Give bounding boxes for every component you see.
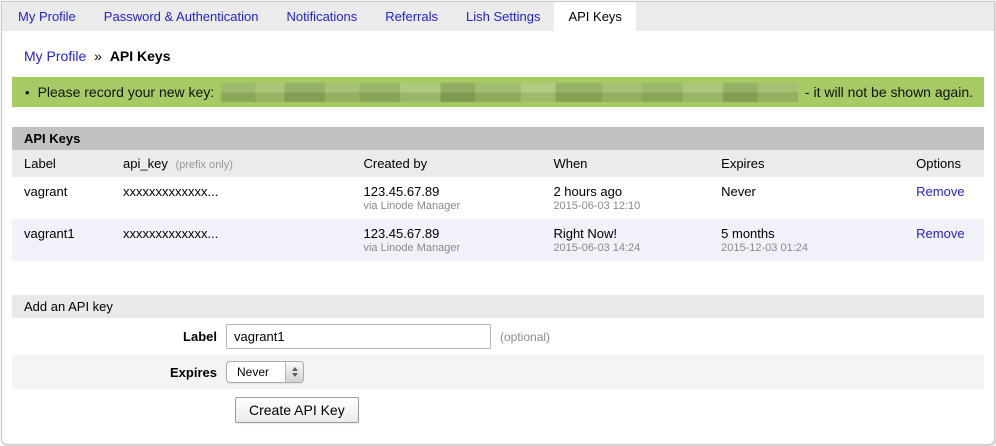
add-api-key-section: Add an API key Label (optional) Expires … xyxy=(12,295,984,423)
cell-when: Right Now! 2015-06-03 14:24 xyxy=(541,219,709,261)
notice-text-suffix: - it will not be shown again. xyxy=(805,84,973,100)
column-header-api-key-note: (prefix only) xyxy=(175,159,232,171)
when-relative: Right Now! xyxy=(553,226,709,241)
browser-content-window: My Profile Password & Authentication Not… xyxy=(1,1,995,445)
when-date: 2015-06-03 14:24 xyxy=(553,242,709,254)
created-by-via: via Linode Manager xyxy=(363,200,541,212)
table-row: vagrant xxxxxxxxxxxxx... 123.45.67.89 vi… xyxy=(12,177,984,219)
cell-expires: 5 months 2015-12-03 01:24 xyxy=(709,219,904,261)
cell-created-by: 123.45.67.89 via Linode Manager xyxy=(351,219,541,261)
tab-api-keys[interactable]: API Keys xyxy=(554,2,635,31)
remove-key-link[interactable]: Remove xyxy=(916,226,964,241)
column-header-options: Options xyxy=(904,150,984,177)
expires-relative: 5 months xyxy=(721,226,904,241)
expires-relative: Never xyxy=(721,184,904,199)
expires-select-value: Never xyxy=(227,365,285,379)
breadcrumb-my-profile-link[interactable]: My Profile xyxy=(24,48,86,64)
label-field-label: Label xyxy=(12,329,226,344)
tab-referrals[interactable]: Referrals xyxy=(371,2,452,31)
notice-bullet: • xyxy=(25,85,30,100)
tab-notifications[interactable]: Notifications xyxy=(272,2,371,31)
tab-password-authentication[interactable]: Password & Authentication xyxy=(90,2,273,31)
breadcrumb-current-page: API Keys xyxy=(110,48,171,64)
column-header-label: Label xyxy=(12,150,111,177)
table-header-row: Label api_key (prefix only) Created by W… xyxy=(12,150,984,177)
new-key-notice: • Please record your new key: - it will … xyxy=(12,77,984,107)
cell-created-by: 123.45.67.89 via Linode Manager xyxy=(351,177,541,219)
created-by-via: via Linode Manager xyxy=(363,242,541,254)
label-input[interactable] xyxy=(226,324,491,349)
expires-date: 2015-12-03 01:24 xyxy=(721,242,904,254)
column-header-when: When xyxy=(541,150,709,177)
cell-options: Remove xyxy=(904,177,984,219)
cell-api-key: xxxxxxxxxxxxx... xyxy=(111,219,351,261)
notice-text-prefix: Please record your new key: xyxy=(38,84,215,100)
when-date: 2015-06-03 12:10 xyxy=(553,200,709,212)
when-relative: 2 hours ago xyxy=(553,184,709,199)
profile-tab-bar: My Profile Password & Authentication Not… xyxy=(2,2,994,31)
cell-label: vagrant1 xyxy=(12,219,111,261)
tab-lish-settings[interactable]: Lish Settings xyxy=(452,2,554,31)
column-header-expires: Expires xyxy=(709,150,904,177)
add-api-key-section-title: Add an API key xyxy=(12,295,984,318)
breadcrumb: My Profile » API Keys xyxy=(24,48,994,64)
select-stepper-icon xyxy=(285,361,303,383)
cell-when: 2 hours ago 2015-06-03 12:10 xyxy=(541,177,709,219)
api-keys-table: Label api_key (prefix only) Created by W… xyxy=(12,150,984,261)
submit-row: Create API Key xyxy=(12,389,984,423)
redacted-api-key xyxy=(221,83,798,102)
create-api-key-button[interactable]: Create API Key xyxy=(235,397,359,423)
api-keys-section-title: API Keys xyxy=(12,127,984,150)
cell-options: Remove xyxy=(904,219,984,261)
created-by-ip: 123.45.67.89 xyxy=(363,226,541,241)
label-field-row: Label (optional) xyxy=(12,318,984,355)
cell-label: vagrant xyxy=(12,177,111,219)
remove-key-link[interactable]: Remove xyxy=(916,184,964,199)
breadcrumb-separator: » xyxy=(94,48,102,64)
cell-expires: Never xyxy=(709,177,904,219)
column-header-api-key-text: api_key xyxy=(123,156,168,171)
column-header-api-key: api_key (prefix only) xyxy=(111,150,351,177)
expires-field-label: Expires xyxy=(12,365,226,380)
table-row: vagrant1 xxxxxxxxxxxxx... 123.45.67.89 v… xyxy=(12,219,984,261)
created-by-ip: 123.45.67.89 xyxy=(363,184,541,199)
api-keys-section: API Keys Label api_key (prefix only) Cre… xyxy=(12,127,984,261)
column-header-created-by: Created by xyxy=(351,150,541,177)
expires-select[interactable]: Never xyxy=(226,361,304,383)
label-optional-hint: (optional) xyxy=(500,330,550,344)
tab-my-profile[interactable]: My Profile xyxy=(4,2,90,31)
expires-field-row: Expires Never xyxy=(12,355,984,389)
cell-api-key: xxxxxxxxxxxxx... xyxy=(111,177,351,219)
